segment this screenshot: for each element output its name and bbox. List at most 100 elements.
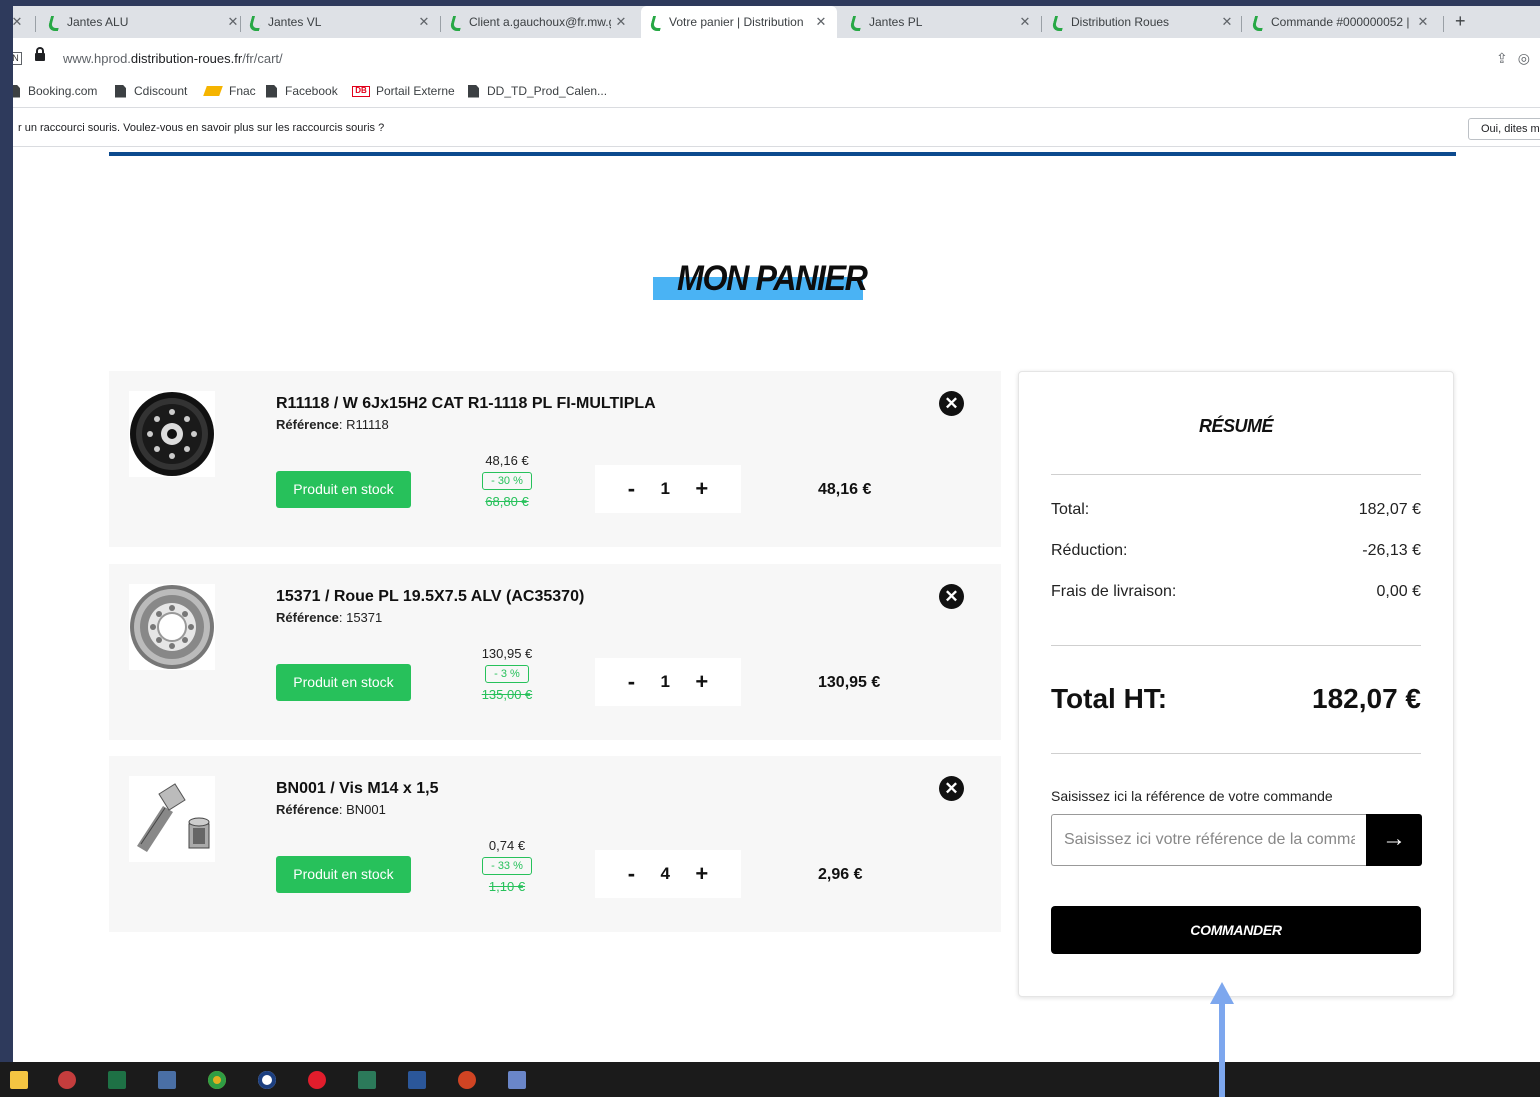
annotation-arrow xyxy=(1219,1000,1225,1097)
app-icon[interactable] xyxy=(58,1071,76,1089)
tab-client[interactable]: Client a.gauchoux@fr.mw.g ✕ xyxy=(441,6,637,38)
remove-item-button[interactable]: ✕ xyxy=(939,584,964,609)
total-ht-label: Total HT: xyxy=(1051,683,1168,714)
order-reference-submit-button[interactable]: → xyxy=(1366,814,1422,866)
bookmark-label: Booking.com xyxy=(28,84,98,98)
page-icon xyxy=(115,84,126,98)
product-image-steel-wheel[interactable] xyxy=(129,391,215,477)
infobar-message: r un raccourci souris. Voulez-vous en sa… xyxy=(18,122,385,134)
new-tab-button[interactable]: + xyxy=(1455,11,1466,32)
qty-value[interactable]: 4 xyxy=(660,864,669,884)
tab-title: Commande #000000052 | xyxy=(1271,15,1410,29)
remove-item-button[interactable]: ✕ xyxy=(939,776,964,801)
stock-status-badge: Produit en stock xyxy=(276,856,411,893)
tab-close-icon[interactable]: ✕ xyxy=(811,14,831,30)
qty-value[interactable]: 1 xyxy=(660,672,669,692)
old-price: 1,10 € xyxy=(488,879,526,894)
qty-decrease-button[interactable]: - xyxy=(628,861,635,887)
qty-value[interactable]: 1 xyxy=(660,479,669,499)
quantity-stepper: - 4 + xyxy=(595,850,741,898)
commander-button[interactable]: COMMANDER xyxy=(1051,906,1421,954)
tab-title: Distribution Roues xyxy=(1071,15,1170,29)
bookmark-dd-td-prod[interactable]: DD_TD_Prod_Calen... xyxy=(468,84,607,98)
tab-close-icon[interactable]: ✕ xyxy=(414,14,434,30)
tab-jantes-pl[interactable]: Jantes PL ✕ xyxy=(841,6,1041,38)
discount-badge: - 3 % xyxy=(485,665,529,683)
bookmark-booking[interactable]: Booking.com xyxy=(13,84,97,98)
tab-close-icon[interactable]: ✕ xyxy=(1015,14,1035,30)
tab-partial[interactable]: ✕ xyxy=(13,6,29,38)
tab-distribution-roues[interactable]: Distribution Roues ✕ xyxy=(1043,6,1243,38)
tab-close-icon[interactable]: ✕ xyxy=(1217,14,1237,30)
url-text[interactable]: www.hprod.distribution-roues.fr/fr/cart/ xyxy=(63,51,283,66)
tab-votre-panier[interactable]: Votre panier | Distribution ✕ xyxy=(641,6,837,38)
unit-price: 130,95 € xyxy=(481,646,533,661)
product-reference: Référence: 15371 xyxy=(276,610,382,625)
powerpoint-icon[interactable] xyxy=(458,1071,476,1089)
tab-title: Jantes ALU xyxy=(67,15,129,29)
summary-label: Réduction: xyxy=(1051,542,1128,559)
qty-increase-button[interactable]: + xyxy=(695,669,708,695)
order-summary: RÉSUMÉ Total: 182,07 € Réduction: -26,13… xyxy=(1018,371,1454,997)
tab-jantes-vl[interactable]: Jantes VL ✕ xyxy=(240,6,440,38)
qty-decrease-button[interactable]: - xyxy=(628,669,635,695)
profile-badge-icon[interactable]: N xyxy=(13,52,22,65)
site-favicon-icon xyxy=(1051,15,1065,29)
infobar-yes-button[interactable]: Oui, dites m xyxy=(1468,118,1540,140)
bookmark-cdiscount[interactable]: Cdiscount xyxy=(115,84,187,98)
calculator-icon[interactable] xyxy=(158,1071,176,1089)
tab-close-icon[interactable]: ✕ xyxy=(1413,14,1433,30)
price-block: 130,95 € - 3 % 135,00 € xyxy=(477,646,537,702)
word-icon[interactable] xyxy=(408,1071,426,1089)
total-ht-value: 182,07 € xyxy=(1312,683,1421,714)
db-icon: DB xyxy=(352,85,370,97)
product-name[interactable]: 15371 / Roue PL 19.5X7.5 ALV (AC35370) xyxy=(276,588,584,606)
address-bar[interactable]: N www.hprod.distribution-roues.fr/fr/car… xyxy=(13,38,1540,78)
line-total: 48,16 € xyxy=(818,481,872,498)
reference-label: Référence xyxy=(276,610,339,625)
tab-commande[interactable]: Commande #000000052 | ✕ xyxy=(1243,6,1439,38)
product-image-truck-wheel[interactable] xyxy=(129,584,215,670)
bookmark-fnac[interactable]: Fnac xyxy=(203,84,256,98)
excel-icon[interactable] xyxy=(108,1071,126,1089)
app-icon[interactable] xyxy=(358,1071,376,1089)
chrome-icon[interactable] xyxy=(208,1071,226,1089)
old-price: 68,80 € xyxy=(485,494,529,509)
opera-icon[interactable] xyxy=(308,1071,326,1089)
reference-value: : 15371 xyxy=(338,610,383,625)
summary-divider xyxy=(1051,474,1421,475)
app-icon[interactable] xyxy=(508,1071,526,1089)
file-explorer-icon[interactable] xyxy=(10,1071,28,1089)
tab-close-icon[interactable]: ✕ xyxy=(611,14,631,30)
cart-item: 15371 / Roue PL 19.5X7.5 ALV (AC35370) R… xyxy=(109,564,1001,740)
page-title: MON PANIER xyxy=(677,259,868,298)
teamviewer-icon[interactable] xyxy=(258,1071,276,1089)
product-reference: Référence: R11118 xyxy=(276,417,389,432)
tab-close-icon[interactable]: ✕ xyxy=(13,14,23,30)
qty-increase-button[interactable]: + xyxy=(695,476,708,502)
bookmarks-bar: Booking.com Cdiscount Fnac Facebook DB Po… xyxy=(13,78,1540,108)
product-name[interactable]: BN001 / Vis M14 x 1,5 xyxy=(276,780,438,798)
order-reference-input[interactable] xyxy=(1051,814,1367,866)
unit-price: 0,74 € xyxy=(488,838,526,853)
price-block: 48,16 € - 30 % 68,80 € xyxy=(477,453,537,509)
product-image-lug-bolt[interactable] xyxy=(129,776,215,862)
summary-row-reduction: Réduction: -26,13 € xyxy=(1051,542,1421,560)
remove-item-button[interactable]: ✕ xyxy=(939,391,964,416)
summary-row-shipping: Frais de livraison: 0,00 € xyxy=(1051,583,1421,601)
share-icon[interactable]: ⇪◎ xyxy=(1496,50,1540,67)
order-reference-label: Saisissez ici la référence de votre comm… xyxy=(1051,788,1333,804)
lock-icon[interactable] xyxy=(35,47,45,61)
qty-decrease-button[interactable]: - xyxy=(628,476,635,502)
old-price: 135,00 € xyxy=(481,687,533,702)
discount-badge: - 30 % xyxy=(482,472,532,490)
bookmark-label: Facebook xyxy=(285,84,338,98)
site-favicon-icon xyxy=(1251,15,1265,29)
bookmark-facebook[interactable]: Facebook xyxy=(266,84,338,98)
tab-title: Jantes PL xyxy=(869,15,923,29)
stock-status-badge: Produit en stock xyxy=(276,471,411,508)
tab-jantes-alu[interactable]: Jantes ALU ✕ xyxy=(39,6,249,38)
qty-increase-button[interactable]: + xyxy=(695,861,708,887)
product-name[interactable]: R11118 / W 6Jx15H2 CAT R1-1118 PL FI-MUL… xyxy=(276,395,656,413)
bookmark-portail-externe[interactable]: DB Portail Externe xyxy=(352,84,455,98)
